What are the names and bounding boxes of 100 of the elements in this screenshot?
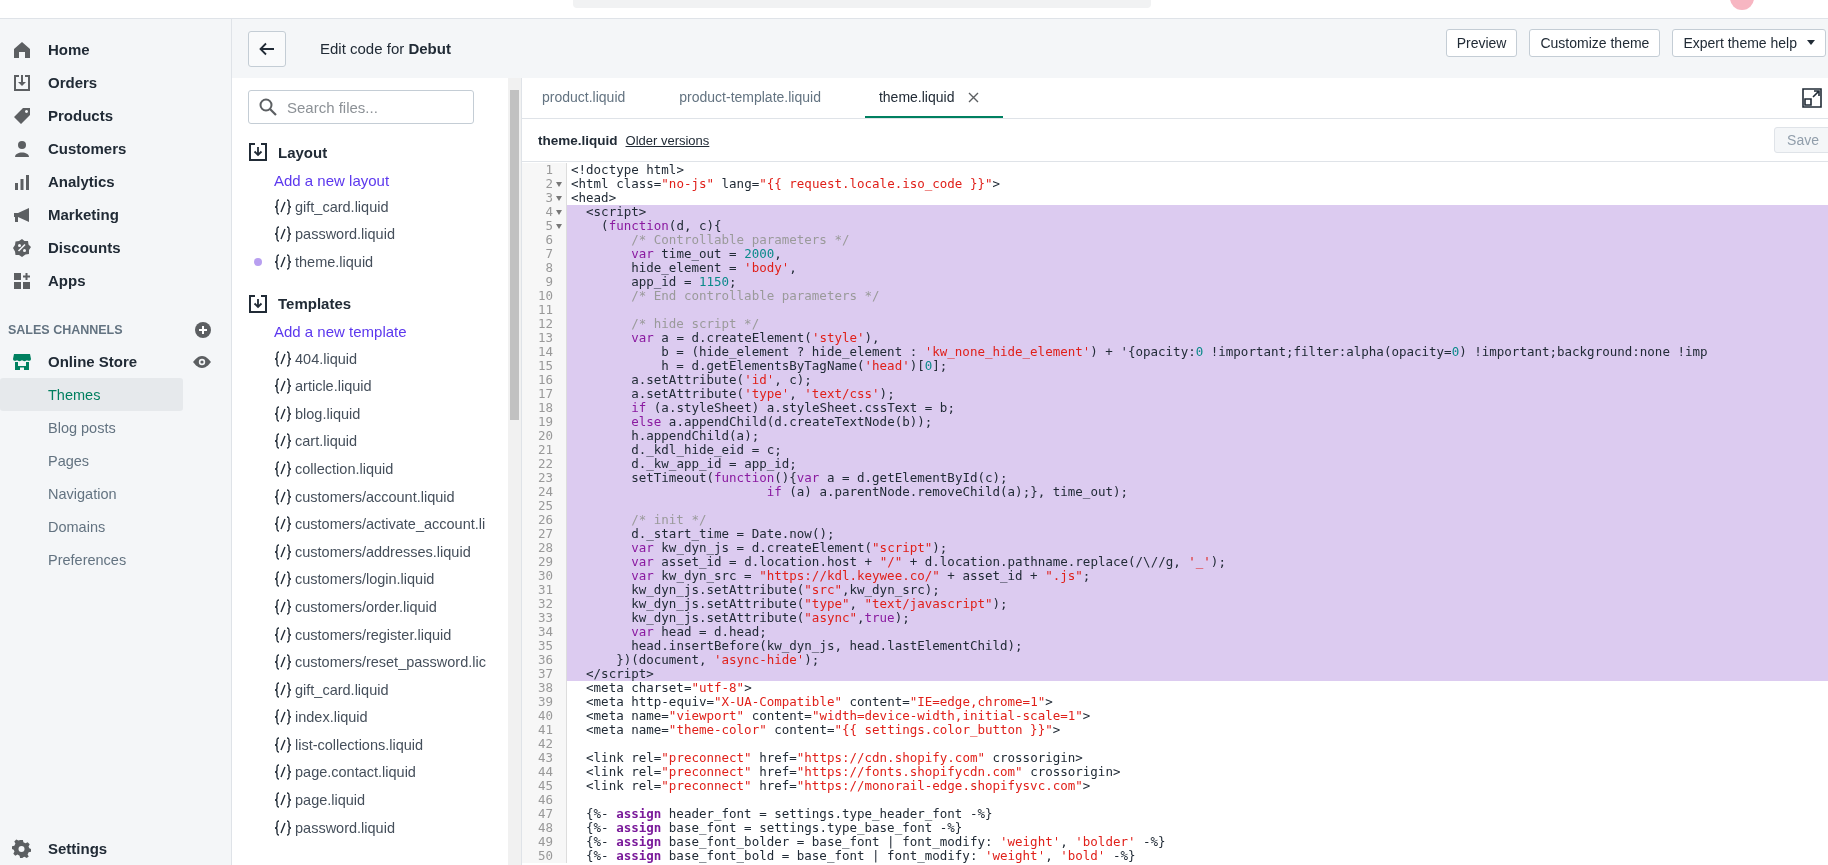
line-number: 40 [537, 709, 553, 723]
folder-download-icon[interactable] [248, 142, 268, 162]
code-file-icon [274, 378, 292, 395]
line-number: 33 [537, 611, 553, 625]
nav-item[interactable]: Apps [0, 264, 231, 297]
line-number: 28 [537, 541, 553, 555]
fullscreen-icon[interactable] [1802, 88, 1822, 108]
nav-subitem[interactable]: Preferences [0, 543, 183, 576]
code-file-icon [274, 571, 292, 588]
file-link[interactable]: collection.liquid [295, 460, 394, 477]
file-link[interactable]: 404.liquid [295, 350, 358, 367]
nav-subitem[interactable]: Themes [0, 378, 183, 411]
nav-item[interactable]: Customers [0, 132, 231, 165]
code-line: {%- assign base_font_bold = base_font | font_modify: 'weight', 'bold' -%} [585, 849, 1137, 863]
person-icon [12, 138, 32, 159]
nav-item[interactable]: Orders [0, 66, 231, 99]
fold-arrow-icon[interactable] [555, 223, 562, 229]
code-file-icon [274, 792, 292, 809]
file-tab[interactable]: theme.liquid [864, 78, 1004, 118]
file-link[interactable]: password.liquid [295, 819, 395, 836]
eye-icon[interactable] [193, 355, 211, 368]
nav-subitem[interactable]: Domains [0, 510, 183, 543]
nav-item[interactable]: Marketing [0, 198, 231, 231]
code-line: {%- assign base_font_bolder = base_font | font_modify: 'weight', 'bolder' -%} [585, 835, 1167, 849]
file-link[interactable]: customers/activate_account.li [295, 516, 486, 533]
close-icon[interactable] [968, 91, 980, 103]
add-icon[interactable] [195, 322, 211, 338]
fold-arrow-icon[interactable] [555, 209, 562, 215]
line-number: 12 [537, 317, 553, 331]
code-file-icon [274, 736, 292, 753]
add-link[interactable]: Add a new template [248, 318, 407, 345]
section-title[interactable]: Layout [278, 143, 328, 161]
line-number: 5 [545, 219, 553, 233]
file-link[interactable]: customers/reset_password.lic [295, 654, 486, 671]
line-number: 49 [537, 835, 553, 849]
line-number: 39 [537, 695, 553, 709]
line-number: 35 [537, 639, 553, 653]
file-link[interactable]: page.liquid [295, 792, 366, 809]
folder-download-icon[interactable] [248, 293, 268, 314]
code-line: <link rel="preconnect" href="https://fonts.shopifycdn.com" crossorigin> [585, 765, 1122, 779]
file-link[interactable]: theme.liquid [295, 254, 374, 270]
action-button[interactable]: Preview [1445, 28, 1518, 57]
file-tab[interactable]: product-template.liquid [669, 78, 845, 118]
page-title: Edit code for Debut [320, 40, 451, 57]
nav-subitem[interactable]: Pages [0, 444, 183, 477]
nav-subitem[interactable]: Blog posts [0, 411, 183, 444]
line-number: 3 [545, 191, 553, 205]
line-number: 50 [537, 849, 553, 863]
scrollbar[interactable] [508, 78, 521, 865]
nav-item[interactable]: Discounts [0, 231, 231, 264]
search-icon [259, 98, 277, 116]
nav-subitem[interactable]: Navigation [0, 477, 183, 510]
line-number: 31 [537, 583, 553, 597]
code-file-icon [274, 681, 292, 698]
older-versions-link[interactable]: Older versions [625, 132, 710, 148]
line-number: 15 [537, 359, 553, 373]
line-number: 9 [545, 275, 553, 289]
file-link[interactable]: cart.liquid [295, 433, 358, 450]
action-button[interactable]: Customize theme [1529, 28, 1661, 57]
file-link[interactable]: customers/addresses.liquid [295, 543, 471, 560]
fold-arrow-icon[interactable] [555, 181, 562, 187]
add-link[interactable]: Add a new layout [248, 167, 390, 193]
file-link[interactable]: customers/login.liquid [295, 571, 435, 588]
code-file-icon [274, 626, 292, 643]
file-link[interactable]: index.liquid [295, 709, 368, 726]
line-number: 44 [537, 765, 553, 779]
file-link[interactable]: gift_card.liquid [295, 198, 389, 215]
file-link[interactable]: password.liquid [295, 226, 395, 243]
nav-item[interactable]: Products [0, 99, 231, 132]
file-link[interactable]: customers/account.liquid [295, 488, 455, 505]
nav-item[interactable]: Home [0, 33, 231, 66]
nav-item[interactable]: Settings [0, 832, 231, 865]
line-number: 48 [537, 821, 553, 835]
back-button[interactable] [248, 30, 286, 67]
line-number: 16 [537, 373, 553, 387]
file-link[interactable]: article.liquid [295, 378, 372, 395]
line-number: 20 [537, 429, 553, 443]
file-link[interactable]: blog.liquid [295, 405, 361, 422]
store-icon [12, 351, 32, 372]
file-link[interactable]: customers/register.liquid [295, 626, 452, 643]
tag-icon [12, 105, 32, 126]
line-number: 24 [537, 485, 553, 499]
line-number: 14 [537, 345, 553, 359]
nav-item[interactable]: Analytics [0, 165, 231, 198]
file-link[interactable]: list-collections.liquid [295, 736, 424, 753]
code-line: <meta name="viewport" content="width=device-width,initial-scale=1"> [585, 709, 1092, 723]
file-link[interactable]: page.contact.liquid [295, 764, 416, 781]
line-number: 22 [537, 457, 553, 471]
dropdown-button[interactable]: Expert theme help [1672, 28, 1826, 57]
file-tab[interactable]: product.liquid [532, 78, 650, 118]
gear-icon [12, 838, 32, 859]
line-number: 47 [537, 807, 553, 821]
line-number: 26 [537, 513, 553, 527]
file-link[interactable]: customers/order.liquid [295, 598, 437, 615]
nav-item[interactable]: Online Store [0, 345, 138, 378]
search-field[interactable]: Search files... [248, 90, 474, 124]
section-title[interactable]: Templates [278, 295, 352, 313]
fold-arrow-icon[interactable] [555, 195, 562, 201]
discount-icon [12, 237, 32, 258]
file-link[interactable]: gift_card.liquid [295, 681, 389, 698]
